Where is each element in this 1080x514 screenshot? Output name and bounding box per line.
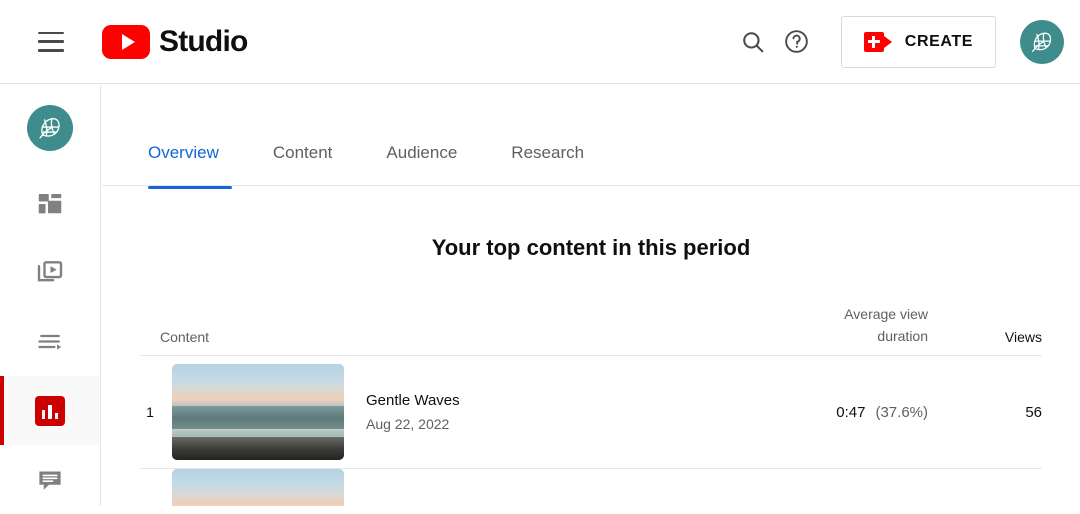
thumbnail-sky (172, 469, 344, 504)
video-camera-plus-icon (863, 31, 892, 52)
column-header-views[interactable]: Views (956, 329, 1042, 347)
hamburger-line (38, 49, 64, 52)
avg-view-duration-line1: Average view (844, 306, 928, 322)
hamburger-menu-icon[interactable] (38, 31, 64, 52)
video-title[interactable]: Gentle Waves (366, 392, 748, 409)
create-button[interactable]: CREATE (840, 15, 996, 68)
tab-content[interactable]: Content (273, 143, 333, 189)
channel-avatar-leaf-icon (39, 117, 60, 139)
analytics-tabs: Overview Content Audience Research (102, 85, 1080, 189)
tab-audience[interactable]: Audience (386, 143, 457, 189)
table-header-row: Content Average view duration Views (140, 303, 1042, 356)
video-thumbnail[interactable] (172, 469, 344, 506)
channel-avatar-leaf-icon (1032, 32, 1052, 52)
main-content: Overview Content Audience Research Your … (102, 85, 1080, 506)
sidebar-item-analytics[interactable] (0, 376, 100, 445)
avg-view-duration-line2: duration (877, 328, 928, 344)
column-header-avg-view-duration[interactable]: Average view duration (720, 303, 956, 347)
studio-brand-logo[interactable]: Studio (102, 24, 248, 59)
video-meta: Gentle Waves Aug 22, 2022 (344, 392, 748, 432)
video-library-icon (37, 260, 63, 281)
play-triangle-icon (121, 33, 135, 50)
video-meta (344, 469, 748, 476)
duration-percent: (37.6%) (875, 403, 928, 421)
table-row[interactable]: 1 Gentle Waves Aug 22, 2022 0:47 (37.6%) … (140, 356, 1042, 469)
hamburger-line (38, 31, 64, 34)
sidebar-item-dashboard[interactable] (0, 169, 100, 238)
left-sidebar (0, 85, 101, 506)
tab-research[interactable]: Research (511, 143, 584, 189)
comment-bubble-icon (39, 471, 61, 490)
row-rank: 1 (146, 404, 154, 420)
top-content-table: Content Average view duration Views 1 Ge… (102, 303, 1080, 506)
sidebar-item-comments[interactable] (0, 445, 100, 514)
create-button-label: CREATE (904, 32, 973, 50)
duration-value: 0:47 (836, 403, 866, 421)
thumbnail-sky (172, 364, 344, 399)
avg-view-duration-cell: 0:47 (37.6%) (748, 404, 956, 421)
thumbnail-sand (172, 436, 344, 460)
sidebar-avatar[interactable] (27, 105, 73, 151)
column-header-content[interactable]: Content (140, 329, 720, 347)
youtube-logo-icon (102, 24, 150, 59)
video-date: Aug 22, 2022 (366, 416, 450, 432)
thumbnail-horizon (172, 398, 344, 407)
brand-text: Studio (159, 24, 248, 58)
hamburger-line (38, 40, 64, 43)
sidebar-avatar-wrap (0, 85, 100, 169)
page-title: Your top content in this period (431, 235, 751, 260)
dashboard-grid-icon (38, 193, 62, 213)
table-row[interactable]: 2 (140, 469, 1042, 506)
sidebar-item-playlists[interactable] (0, 307, 100, 376)
app-header: Studio CREATE (0, 0, 1080, 84)
tab-overview[interactable]: Overview (148, 143, 232, 189)
video-thumbnail[interactable] (172, 364, 344, 460)
playlist-icon (38, 334, 62, 350)
bar-chart-icon (35, 395, 65, 426)
views-cell: 56 (1025, 403, 1042, 421)
avatar[interactable] (1020, 19, 1064, 64)
header-actions: CREATE (731, 15, 1064, 68)
sidebar-item-content[interactable] (0, 238, 100, 307)
help-circle-icon[interactable] (775, 20, 819, 64)
search-icon[interactable] (731, 20, 775, 64)
